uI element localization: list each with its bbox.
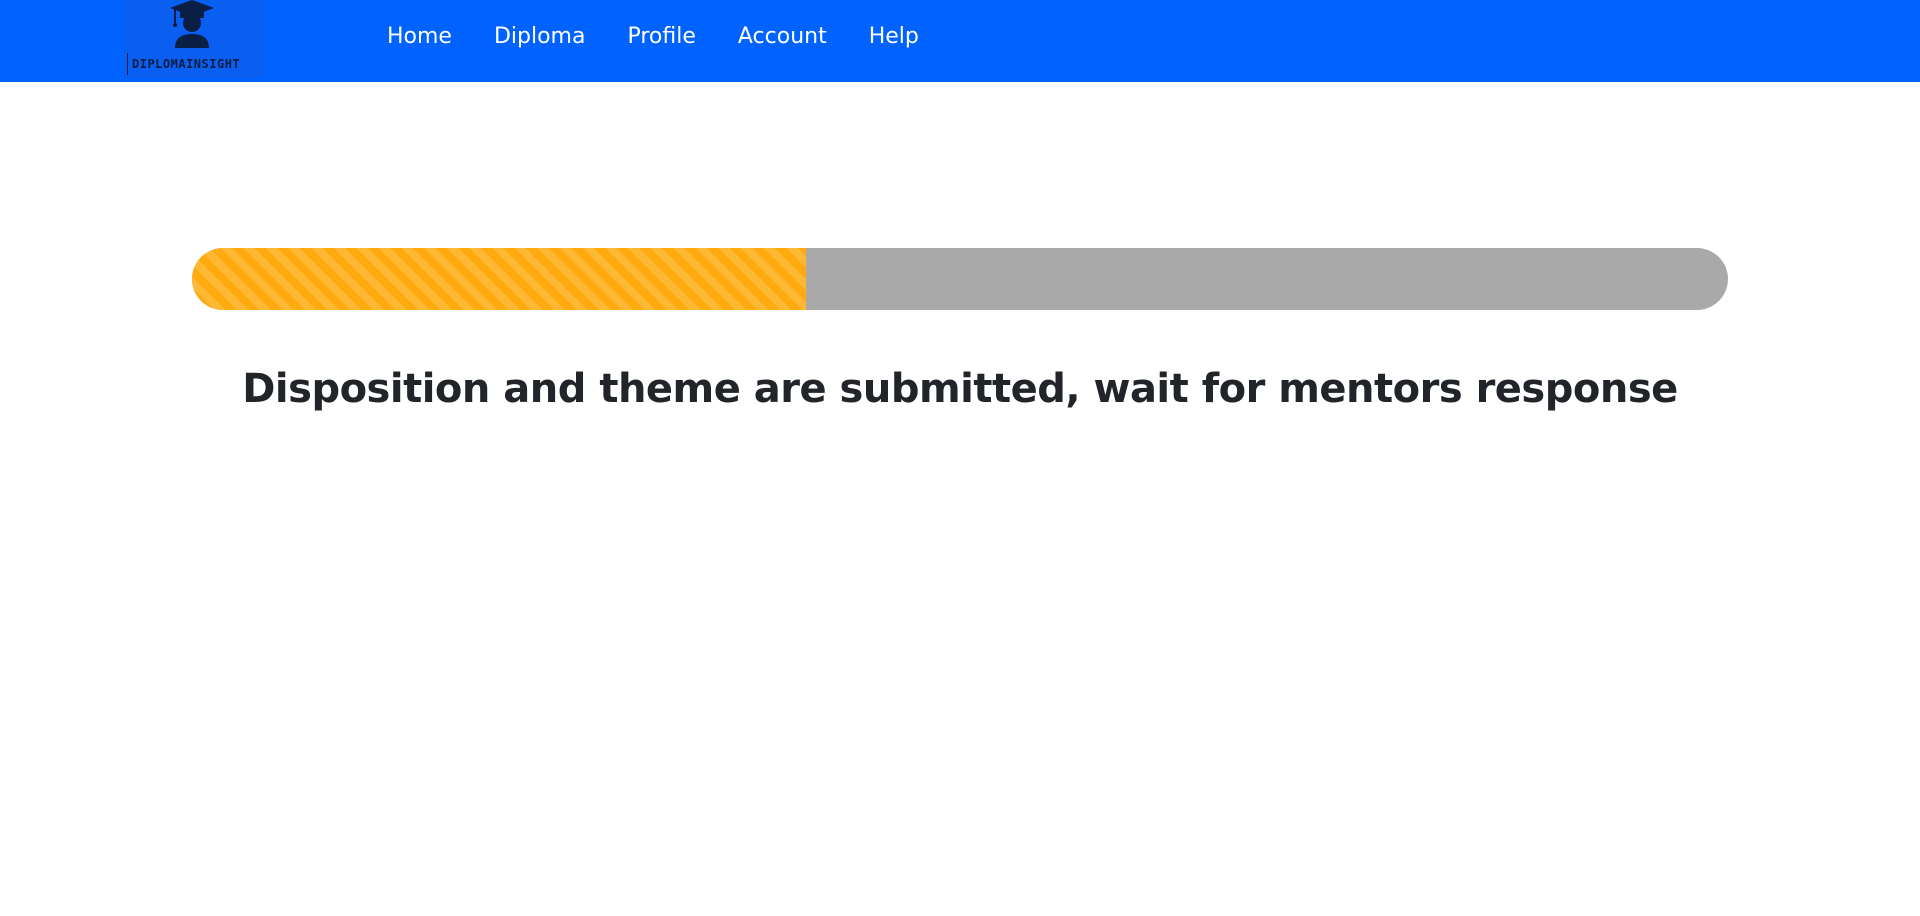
nav-item-diploma[interactable]: Diploma bbox=[494, 22, 586, 52]
main-nav: Home Diploma Profile Account Help bbox=[387, 0, 961, 74]
brand-name: DIPLOMAINSIGHT bbox=[124, 53, 264, 75]
nav-item-profile[interactable]: Profile bbox=[627, 22, 695, 52]
brand-logo[interactable]: DIPLOMAINSIGHT bbox=[124, 0, 264, 78]
navbar: DIPLOMAINSIGHT Home Diploma Profile Acco… bbox=[0, 0, 1920, 82]
progress-bar bbox=[192, 248, 1728, 310]
nav-item-help[interactable]: Help bbox=[869, 22, 919, 52]
nav-item-home[interactable]: Home bbox=[387, 22, 452, 52]
progress-bar-fill bbox=[192, 248, 807, 310]
nav-item-account[interactable]: Account bbox=[738, 22, 827, 52]
status-message: Disposition and theme are submitted, wai… bbox=[242, 366, 1678, 412]
graduate-icon bbox=[169, 0, 215, 52]
